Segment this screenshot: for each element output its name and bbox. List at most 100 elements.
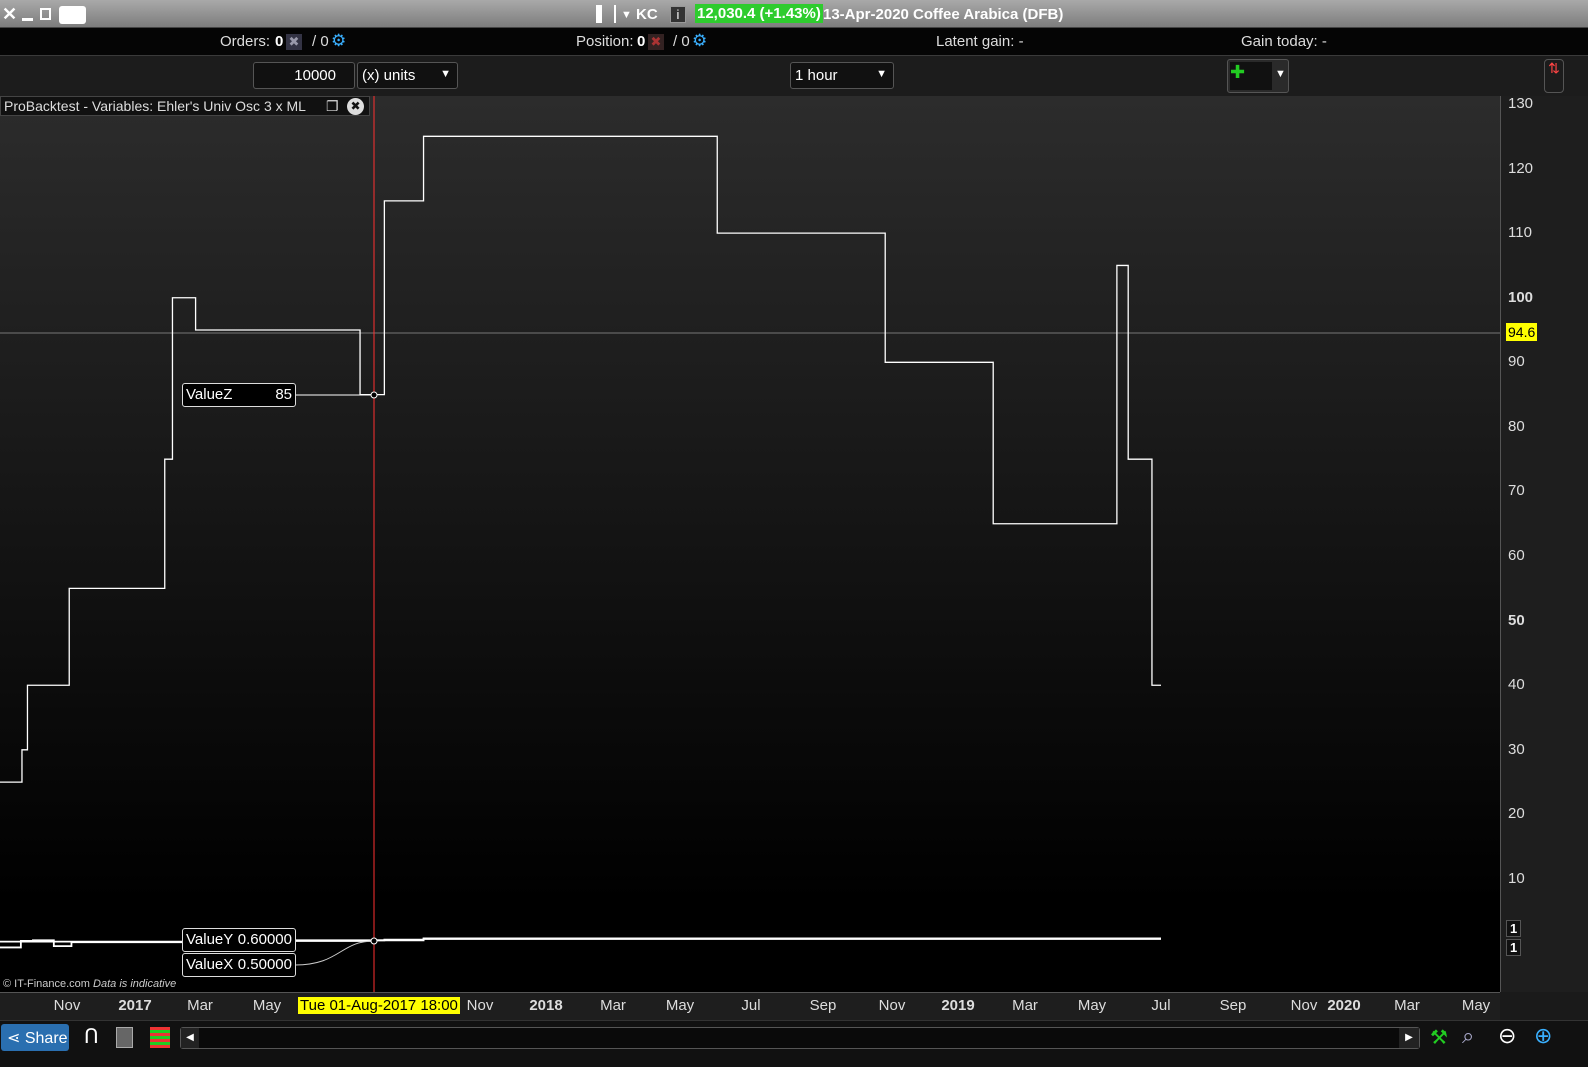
trade-arrows-icon[interactable]: ⇅	[1544, 59, 1564, 93]
series-valuez	[0, 135, 1161, 783]
y-tick-label: 100	[1508, 288, 1534, 306]
chart-settings-icon[interactable]: ⚒	[1430, 1025, 1448, 1050]
y-tick-label: 10	[1508, 869, 1525, 887]
price-badge: 12,030.4 (+1.43%)	[695, 4, 823, 23]
panel-title: ProBacktest - Variables: Ehler's Univ Os…	[4, 98, 306, 114]
quantity-value: 10000	[294, 67, 336, 84]
info-bar: Orders: 0 ✖ / 0 ⚙ Position: 0 ✖ / 0 ⚙ La…	[0, 28, 1588, 56]
y-tick-label: 120	[1508, 159, 1534, 177]
auto-zoom-icon[interactable]: ⌕	[1462, 1023, 1474, 1049]
cursor-price-label: 94.6	[1506, 323, 1538, 341]
badge: 1	[1506, 920, 1522, 937]
x-tick-label: 2019	[941, 997, 975, 1014]
x-tick-label: May	[252, 997, 282, 1014]
cursor-point	[370, 937, 378, 945]
minimize-icon[interactable]	[22, 18, 33, 21]
keyboard-icon[interactable]	[59, 6, 86, 24]
bottom-bar: ⋖ Share Ո ◀ ▶ ⚒ ⌕ ⊖ ⊕	[0, 1020, 1588, 1067]
cursor-point	[370, 391, 378, 399]
position-pending: / 0	[673, 33, 690, 50]
x-tick-label: May	[1077, 997, 1107, 1014]
x-tick-label: Mar	[1012, 997, 1038, 1014]
x-tick-label: Jul	[741, 997, 761, 1014]
scroll-left-icon[interactable]: ◀	[181, 1028, 199, 1048]
maximize-icon[interactable]	[40, 8, 51, 20]
x-tick-label: Nov	[53, 997, 81, 1014]
tooltip-valuez: ValueZ 85	[182, 383, 296, 407]
unit-select[interactable]: (x) units ▼	[357, 62, 458, 89]
tooltip-valuey: ValueY 0.60000	[182, 928, 296, 952]
title-bar: ✕ ▼ KC i 12,030.4 (+1.43%) 13-Apr-2020 C…	[0, 0, 1588, 28]
x-tick-label: 2020	[1327, 997, 1361, 1014]
add-indicator-button[interactable]: ✚ ▼	[1227, 59, 1289, 93]
plot	[0, 96, 1500, 992]
x-tick-label: Mar	[187, 997, 213, 1014]
tooltip-value: 0.50000	[237, 956, 292, 973]
badge: 1	[1506, 939, 1522, 956]
disclaimer: Data is indicative	[93, 978, 177, 990]
candlestick-icon[interactable]	[596, 5, 616, 23]
chevron-down-icon: ▼	[876, 68, 887, 80]
copyright: © IT-Finance.com Data is indicative	[3, 978, 176, 990]
y-tick-label: 90	[1508, 353, 1525, 371]
x-tick-label: 2018	[529, 997, 563, 1014]
chart-area[interactable]	[0, 96, 1500, 992]
symbol[interactable]: KC	[636, 6, 658, 23]
cancel-orders-icon[interactable]: ✖	[286, 34, 302, 50]
info-icon[interactable]: i	[670, 6, 686, 23]
drawing-list-icon[interactable]	[116, 1027, 133, 1048]
copyright-text: © IT-Finance.com	[3, 978, 90, 990]
orders-value: 0	[275, 33, 284, 50]
y-tick-label: 40	[1508, 676, 1525, 694]
tooltip-name: ValueX	[186, 956, 234, 973]
y-tick-label: 30	[1508, 740, 1525, 758]
x-tick-label: Sep	[1219, 997, 1247, 1014]
y-tick-label: 130	[1508, 95, 1534, 112]
chevron-down-icon: ▼	[440, 68, 451, 80]
share-icon: ⋖	[7, 1030, 21, 1047]
tooltip-value: 85	[275, 386, 292, 403]
window-title: 13-Apr-2020 Coffee Arabica (DFB)	[823, 6, 1064, 23]
chevron-down-icon: ▼	[1275, 68, 1286, 80]
order-book-icon[interactable]	[150, 1027, 170, 1048]
x-tick-label: Mar	[1394, 997, 1420, 1014]
position-label: Position:	[576, 33, 634, 50]
gear-icon[interactable]: ⚙	[331, 31, 346, 51]
cursor-date-label: Tue 01-Aug-2017 18:00	[298, 997, 460, 1014]
y-tick-label: 70	[1508, 482, 1525, 500]
x-tick-label: 2017	[118, 997, 152, 1014]
position-value: 0	[637, 33, 646, 50]
scroll-right-icon[interactable]: ▶	[1399, 1028, 1419, 1048]
share-label: Share	[24, 1030, 68, 1047]
x-tick-label: Nov	[1290, 997, 1318, 1014]
tooltip-name: ValueY	[186, 931, 234, 948]
y-tick-label: 80	[1508, 417, 1525, 435]
panel-header: ProBacktest - Variables: Ehler's Univ Os…	[0, 96, 370, 116]
zoom-out-icon[interactable]: ⊖	[1498, 1023, 1516, 1049]
magnet-icon[interactable]: Ո	[84, 1024, 99, 1049]
close-position-icon[interactable]: ✖	[648, 34, 664, 50]
unit-value: (x) units	[362, 67, 416, 84]
share-button[interactable]: ⋖ Share	[1, 1024, 69, 1051]
tooltip-value: 0.60000	[237, 931, 292, 948]
x-tick-label: Nov	[878, 997, 906, 1014]
close-icon[interactable]: ✕	[2, 4, 17, 25]
x-tick-label: Jul	[1151, 997, 1171, 1014]
timeframe-select[interactable]: 1 hour ▼	[790, 62, 894, 89]
series-valuex	[0, 938, 1161, 943]
tooltip-name: ValueZ	[186, 386, 233, 403]
zoom-in-icon[interactable]: ⊕	[1534, 1023, 1552, 1049]
gear-icon[interactable]: ⚙	[692, 31, 707, 51]
timeframe-value: 1 hour	[795, 67, 838, 84]
quantity-stepper[interactable]: 10000	[253, 62, 355, 89]
y-tick-label: 60	[1508, 547, 1525, 565]
x-tick-label: Mar	[600, 997, 626, 1014]
chevron-down-icon[interactable]: ▼	[621, 9, 632, 21]
horizontal-scrollbar[interactable]: ◀ ▶	[180, 1027, 1420, 1049]
y-tick-label: 20	[1508, 805, 1525, 823]
orders-label: Orders:	[220, 33, 271, 50]
restore-icon[interactable]: ❐	[326, 98, 339, 115]
x-tick-label: May	[665, 997, 695, 1014]
close-panel-icon[interactable]: ✖	[347, 98, 364, 115]
tooltip-valuex: ValueX 0.50000	[182, 953, 296, 977]
